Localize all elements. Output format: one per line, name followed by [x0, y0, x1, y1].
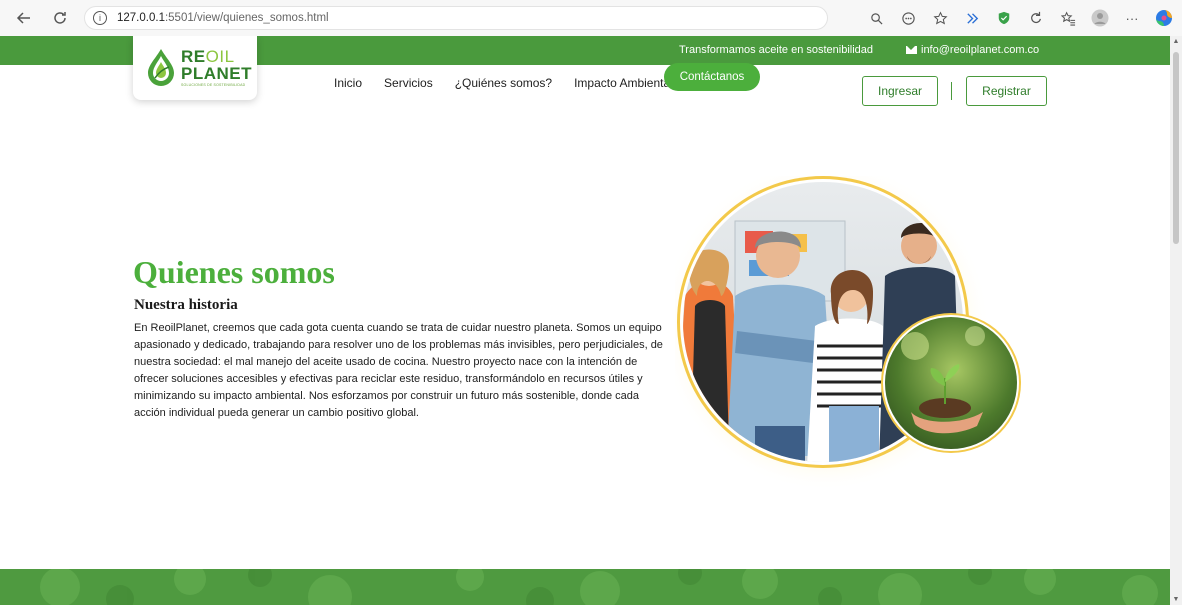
info-icon[interactable]: i — [93, 11, 107, 25]
url-path: :5501/view/quienes_somos.html — [164, 12, 329, 24]
logo-line-1: REOIL — [181, 48, 252, 65]
auth-divider — [951, 82, 952, 100]
scrollbar-thumb[interactable] — [1173, 52, 1179, 244]
register-button[interactable]: Registrar — [966, 76, 1047, 106]
refresh-extension-icon[interactable] — [1026, 8, 1046, 28]
zoom-icon[interactable] — [866, 8, 886, 28]
favorite-icon[interactable] — [930, 8, 950, 28]
topbar-email[interactable]: info@reoilplanet.com.co — [906, 44, 1039, 56]
main-nav: Inicio Servicios ¿Quiénes somos? Impacto… — [334, 63, 760, 91]
back-icon[interactable] — [12, 6, 36, 30]
nav-item-servicios[interactable]: Servicios — [384, 76, 433, 90]
section-subtitle: Nuestra historia — [134, 297, 238, 313]
nav-item-inicio[interactable]: Inicio — [334, 76, 362, 90]
scroll-up-arrow-icon[interactable]: ▲ — [1172, 38, 1180, 45]
extension-shield-icon[interactable] — [994, 8, 1014, 28]
profile-icon[interactable] — [1090, 8, 1110, 28]
page-title: Quienes somos — [133, 254, 335, 290]
url-text: 127.0.0.1:5501/view/quienes_somos.html — [117, 12, 329, 24]
mail-icon — [906, 46, 917, 54]
topbar-tagline: Transformamos aceite en sostenibilidad — [679, 44, 874, 56]
url-host: 127.0.0.1 — [117, 12, 165, 24]
site-logo[interactable]: REOIL PLANET SOLUCIONES DE SOSTENIBILIDA… — [133, 36, 257, 100]
browser-actions: ··· — [866, 6, 1174, 30]
oil-drop-logo-icon — [145, 48, 177, 88]
favorites-icon[interactable] — [1058, 8, 1078, 28]
topbar-email-text[interactable]: info@reoilplanet.com.co — [921, 44, 1039, 56]
nav-item-quienes-somos[interactable]: ¿Quiénes somos? — [455, 76, 552, 90]
page-viewport: Transformamos aceite en sostenibilidad i… — [0, 36, 1170, 605]
copilot-icon[interactable] — [962, 8, 982, 28]
browser-toolbar: i 127.0.0.1:5501/view/quienes_somos.html… — [0, 0, 1182, 36]
reload-icon[interactable] — [48, 6, 72, 30]
history-paragraph: En ReoilPlanet, creemos que cada gota cu… — [134, 322, 663, 419]
more-icon[interactable]: ··· — [1122, 8, 1142, 28]
footer-green-band — [0, 569, 1170, 605]
edge-icon[interactable] — [1154, 8, 1174, 28]
logo-wordmark: REOIL PLANET SOLUCIONES DE SOSTENIBILIDA… — [181, 48, 252, 88]
reader-icon[interactable] — [898, 8, 918, 28]
team-photo-composite — [660, 161, 1025, 506]
scroll-down-arrow-icon[interactable]: ▼ — [1172, 596, 1180, 603]
address-bar[interactable]: i 127.0.0.1:5501/view/quienes_somos.html — [84, 6, 828, 30]
contact-button[interactable]: Contáctanos — [664, 63, 760, 91]
logo-tagline: SOLUCIONES DE SOSTENIBILIDAD — [181, 83, 246, 88]
logo-word-planet: PLANET — [181, 64, 252, 84]
login-button[interactable]: Ingresar — [862, 76, 938, 106]
nav-item-impacto-ambiental[interactable]: Impacto Ambiental — [574, 76, 673, 90]
page-scrollbar[interactable]: ▲ ▼ — [1170, 36, 1182, 605]
